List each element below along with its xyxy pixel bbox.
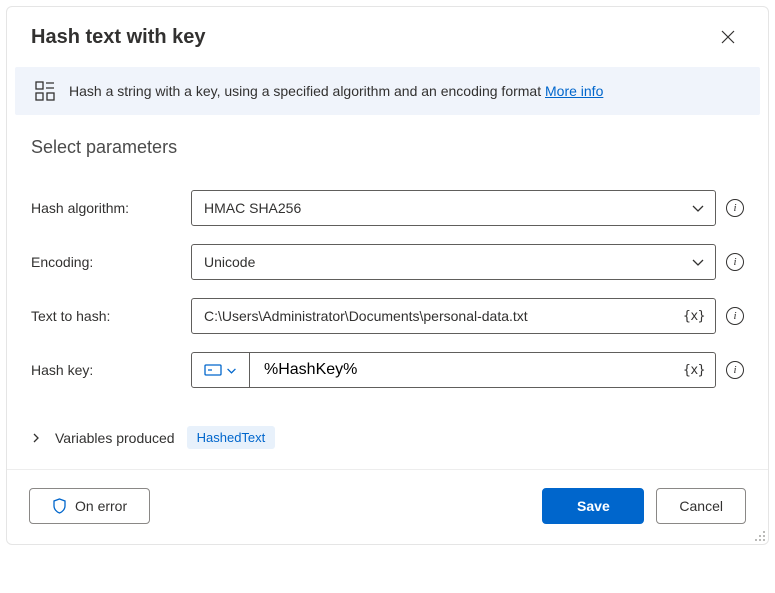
row-text-to-hash: Text to hash: C:\Users\Administrator\Doc… xyxy=(31,298,744,334)
close-button[interactable] xyxy=(712,21,744,53)
row-algorithm: Hash algorithm: HMAC SHA256 i xyxy=(31,190,744,226)
dialog-header: Hash text with key xyxy=(7,7,768,59)
info-icon-text-to-hash[interactable]: i xyxy=(726,307,744,325)
cancel-button[interactable]: Cancel xyxy=(656,488,746,524)
action-icon xyxy=(35,81,55,101)
input-text-to-hash[interactable]: C:\Users\Administrator\Documents\persona… xyxy=(191,298,716,334)
input-hash-key-text[interactable]: %HashKey% {x} xyxy=(250,359,715,382)
close-icon xyxy=(721,30,735,44)
form: Hash algorithm: HMAC SHA256 i Encoding: … xyxy=(7,164,768,418)
select-algorithm-value: HMAC SHA256 xyxy=(204,200,301,216)
section-title: Select parameters xyxy=(7,119,768,164)
info-icon-hash-key[interactable]: i xyxy=(726,361,744,379)
chevron-down-icon xyxy=(226,365,237,376)
chevron-right-icon xyxy=(31,433,41,443)
on-error-button[interactable]: On error xyxy=(29,488,150,524)
variables-produced-label: Variables produced xyxy=(55,430,175,446)
dialog-title: Hash text with key xyxy=(31,26,206,49)
more-info-link[interactable]: More info xyxy=(545,83,603,99)
info-icon-encoding[interactable]: i xyxy=(726,253,744,271)
input-type-selector[interactable] xyxy=(192,353,250,387)
variable-picker-icon[interactable]: {x} xyxy=(681,359,707,382)
variables-produced-row[interactable]: Variables produced HashedText xyxy=(7,418,768,469)
dialog-footer: On error Save Cancel xyxy=(7,469,768,544)
info-icon-algorithm[interactable]: i xyxy=(726,199,744,217)
text-input-icon xyxy=(204,363,222,377)
label-text-to-hash: Text to hash: xyxy=(31,308,181,324)
label-algorithm: Hash algorithm: xyxy=(31,200,181,216)
chevron-down-icon xyxy=(691,201,705,215)
input-text-to-hash-value: C:\Users\Administrator\Documents\persona… xyxy=(204,308,528,324)
variable-picker-icon[interactable]: {x} xyxy=(681,305,707,328)
info-banner: Hash a string with a key, using a specif… xyxy=(15,67,760,115)
save-button[interactable]: Save xyxy=(542,488,644,524)
label-hash-key: Hash key: xyxy=(31,362,181,378)
select-encoding[interactable]: Unicode xyxy=(191,244,716,280)
row-encoding: Encoding: Unicode i xyxy=(31,244,744,280)
shield-icon xyxy=(52,498,67,514)
select-algorithm[interactable]: HMAC SHA256 xyxy=(191,190,716,226)
row-hash-key: Hash key: %HashKey% {x} i xyxy=(31,352,744,388)
dialog-hash-text-with-key: Hash text with key Hash a string with a … xyxy=(6,6,769,545)
chevron-down-icon xyxy=(691,255,705,269)
variable-chip-hashedtext[interactable]: HashedText xyxy=(187,426,276,449)
resize-handle-icon[interactable] xyxy=(754,530,766,542)
input-hash-key-value: %HashKey% xyxy=(264,361,357,379)
select-encoding-value: Unicode xyxy=(204,254,255,270)
label-encoding: Encoding: xyxy=(31,254,181,270)
input-hash-key: %HashKey% {x} xyxy=(191,352,716,388)
banner-text: Hash a string with a key, using a specif… xyxy=(69,83,603,99)
